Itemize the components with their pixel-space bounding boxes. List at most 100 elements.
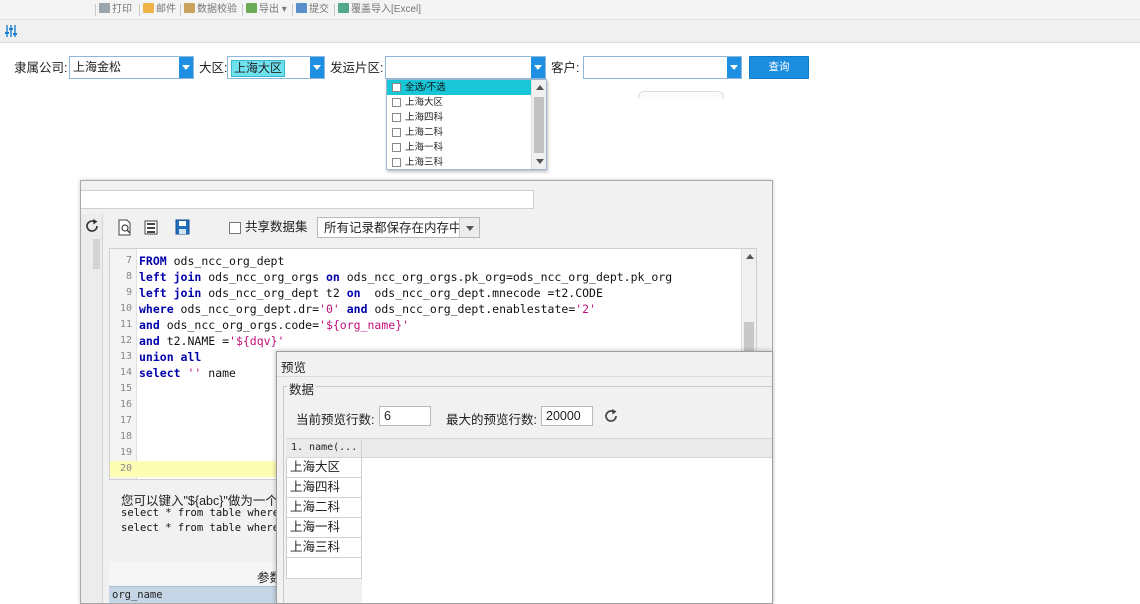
export-button[interactable]: 导出 ▾ (246, 3, 287, 17)
sliders-icon[interactable] (4, 24, 18, 38)
scroll-up-icon[interactable] (746, 254, 754, 259)
submit-button[interactable]: 提交 (296, 3, 329, 17)
line-number: 8 (125, 271, 132, 282)
max-rows-label: 最大的预览行数: (446, 413, 537, 427)
checkbox[interactable] (392, 98, 401, 107)
code-text: and ods_ncc_org_orgs.code='${org_name}' (139, 318, 410, 332)
grid-cell[interactable]: 上海四科 (286, 478, 362, 498)
dropdown-scrollbar[interactable] (531, 80, 546, 169)
line-number: 19 (119, 447, 132, 458)
save-icon[interactable] (175, 219, 191, 236)
line-number: 9 (125, 287, 132, 298)
refresh-icon[interactable] (603, 408, 619, 424)
code-line[interactable]: 9 left join ods_ncc_org_dept t2 on ods_nc… (110, 285, 740, 301)
toolbar-separator (242, 4, 243, 16)
code-line[interactable]: 11 and ods_ncc_org_orgs.code='${org_name}… (110, 317, 740, 333)
chevron-down-icon: ▾ (281, 4, 287, 15)
dept-dropdown-list: 全选/不选 上海大区 上海四科 上海二科 上海一科 上海三科 (386, 79, 547, 170)
grid-cell[interactable]: 上海一科 (286, 518, 362, 538)
line-number: 12 (119, 335, 132, 346)
max-rows-input[interactable]: 20000 (541, 406, 593, 426)
code-line[interactable]: 12 and t2.NAME ='${dqv}' (110, 333, 740, 349)
region-combo[interactable]: 上海大区 (227, 56, 325, 79)
chevron-down-icon[interactable] (459, 218, 479, 237)
grid-column-header[interactable]: 1. name(... (286, 439, 362, 459)
grid-header: 1. name(... (286, 438, 772, 459)
grid-cell[interactable]: 上海二科 (286, 498, 362, 518)
chevron-down-icon[interactable] (179, 57, 193, 78)
customer-combo[interactable] (583, 56, 742, 79)
share-dataset-label: 共享数据集 (245, 220, 308, 234)
dropdown-item[interactable]: 上海四科 (387, 110, 531, 125)
current-rows-input[interactable]: 6 (379, 406, 431, 426)
refresh-icon[interactable] (84, 218, 100, 234)
checkbox[interactable] (392, 128, 401, 137)
checkbox[interactable] (392, 83, 401, 92)
checkbox[interactable] (392, 158, 401, 167)
region-value-chip: 上海大区 (231, 60, 286, 77)
column-header-label: 1. name(... (291, 442, 358, 453)
report-toolbar: 打印 邮件 数据校验 导出 ▾ 提交 覆盖导入[Excel] (0, 0, 1140, 20)
code-text: left join ods_ncc_org_orgs on ods_ncc_or… (139, 270, 673, 284)
code-text: select '' name (139, 366, 236, 380)
current-rows-label: 当前预览行数: (296, 413, 375, 427)
toolbar-separator (139, 4, 140, 16)
grid-cell[interactable]: 上海大区 (286, 458, 362, 478)
line-number: 7 (125, 255, 132, 266)
dropdown-item[interactable]: 上海一科 (387, 140, 531, 155)
dropdown-item[interactable]: 上海二科 (387, 125, 531, 140)
storage-mode-select[interactable]: 所有记录都保存在内存中 (317, 217, 480, 238)
preview-dialog: 预览 数据 当前预览行数: 6 最大的预览行数: 20000 1. name(.… (276, 351, 773, 604)
max-rows-value: 20000 (546, 409, 581, 423)
company-label: 隶属公司: (14, 61, 68, 75)
data-validate-button[interactable]: 数据校验 (184, 3, 237, 17)
company-combo[interactable]: 上海金松 (69, 56, 194, 79)
collapse-handle[interactable] (638, 91, 724, 99)
dept-label: 发运片区: (330, 61, 384, 75)
import-excel-button[interactable]: 覆盖导入[Excel] (338, 3, 421, 17)
scrollbar-thumb[interactable] (93, 239, 100, 269)
hint-code-line: select * from table where (121, 522, 280, 534)
scroll-down-icon[interactable] (536, 159, 544, 164)
toolbar-separator (95, 4, 96, 16)
share-dataset-checkbox[interactable] (229, 222, 241, 234)
save-icon (296, 3, 307, 13)
query-button[interactable]: 查询 (749, 56, 809, 79)
preview-data-grid: 1. name(... 上海大区 上海四科 上海二科 上海一科 上海三科 (286, 438, 772, 603)
preview-icon[interactable] (117, 219, 133, 236)
chevron-down-icon[interactable] (727, 57, 741, 78)
code-text: union all (139, 350, 202, 364)
grid-cell[interactable]: 上海三科 (286, 538, 362, 558)
dropdown-item-select-all[interactable]: 全选/不选 (387, 80, 531, 95)
scroll-up-icon[interactable] (536, 85, 544, 90)
code-line[interactable]: 7 FROM ods_ncc_org_dept (110, 253, 740, 269)
line-number: 13 (119, 351, 132, 362)
parameter-row[interactable]: org_name (109, 586, 289, 603)
code-text: and t2.NAME ='${dqv}' (139, 334, 285, 348)
print-button[interactable]: 打印 (99, 3, 132, 17)
database-icon[interactable] (143, 219, 159, 236)
scrollbar-thumb[interactable] (534, 97, 544, 153)
checkbox[interactable] (392, 113, 401, 122)
checkbox[interactable] (392, 143, 401, 152)
dropdown-item[interactable]: 上海三科 (387, 155, 531, 170)
chevron-down-icon[interactable] (531, 57, 545, 78)
chevron-down-icon[interactable] (310, 57, 324, 78)
code-line[interactable]: 10 where ods_ncc_org_dept.dr='0' and ods_… (110, 301, 740, 317)
mail-icon (143, 3, 154, 13)
code-text: where ods_ncc_org_dept.dr='0' and ods_nc… (139, 302, 597, 316)
grid-cell-empty[interactable] (286, 558, 362, 579)
dept-combo[interactable] (385, 56, 546, 79)
company-value: 上海金松 (73, 60, 122, 74)
region-label: 大区: (199, 61, 228, 75)
excel-icon (338, 3, 349, 13)
export-icon (246, 3, 257, 13)
dataset-name-input[interactable] (81, 190, 534, 209)
line-number: 17 (119, 415, 132, 426)
code-text: FROM ods_ncc_org_dept (139, 254, 285, 268)
left-panel (81, 214, 103, 603)
code-line[interactable]: 8 left join ods_ncc_org_orgs on ods_ncc_o… (110, 269, 740, 285)
mail-button[interactable]: 邮件 (143, 3, 176, 17)
dropdown-item[interactable]: 上海大区 (387, 95, 531, 110)
line-number: 10 (119, 303, 132, 314)
